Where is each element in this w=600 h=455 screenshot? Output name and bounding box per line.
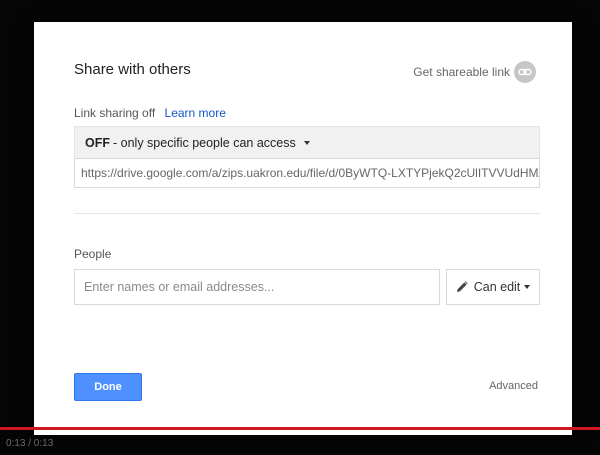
access-state: OFF — [85, 135, 110, 150]
get-shareable-link-button[interactable]: Get shareable link — [413, 61, 536, 83]
share-dialog: Share with others Get shareable link Lin… — [34, 22, 572, 435]
divider — [74, 213, 540, 214]
caret-down-icon — [524, 285, 531, 289]
link-sharing-status: Link sharing off Learn more — [74, 106, 226, 120]
done-button[interactable]: Done — [74, 373, 142, 401]
video-frame: Share with others Get shareable link Lin… — [0, 0, 600, 455]
learn-more-link[interactable]: Learn more — [165, 106, 226, 120]
video-progress-fill — [0, 427, 600, 430]
access-description: - only specific people can access — [113, 135, 296, 150]
share-url-field[interactable]: https://drive.google.com/a/zips.uakron.e… — [74, 158, 540, 188]
pencil-icon — [456, 281, 468, 293]
people-label: People — [74, 247, 112, 261]
dialog-title: Share with others — [74, 61, 191, 78]
video-progress-bar[interactable] — [0, 427, 600, 430]
caret-down-icon — [303, 140, 310, 145]
get-link-label: Get shareable link — [413, 65, 510, 79]
permission-dropdown[interactable]: Can edit — [446, 269, 540, 305]
link-status-text: Link sharing off — [74, 106, 156, 120]
link-icon — [514, 61, 536, 83]
video-time-readout: 0:13 / 0:13 — [6, 438, 54, 449]
advanced-link[interactable]: Advanced — [489, 380, 538, 392]
access-level-dropdown[interactable]: OFF - only specific people can access — [74, 126, 540, 158]
permission-label: Can edit — [473, 280, 521, 294]
people-input[interactable]: Enter names or email addresses... — [74, 269, 440, 305]
